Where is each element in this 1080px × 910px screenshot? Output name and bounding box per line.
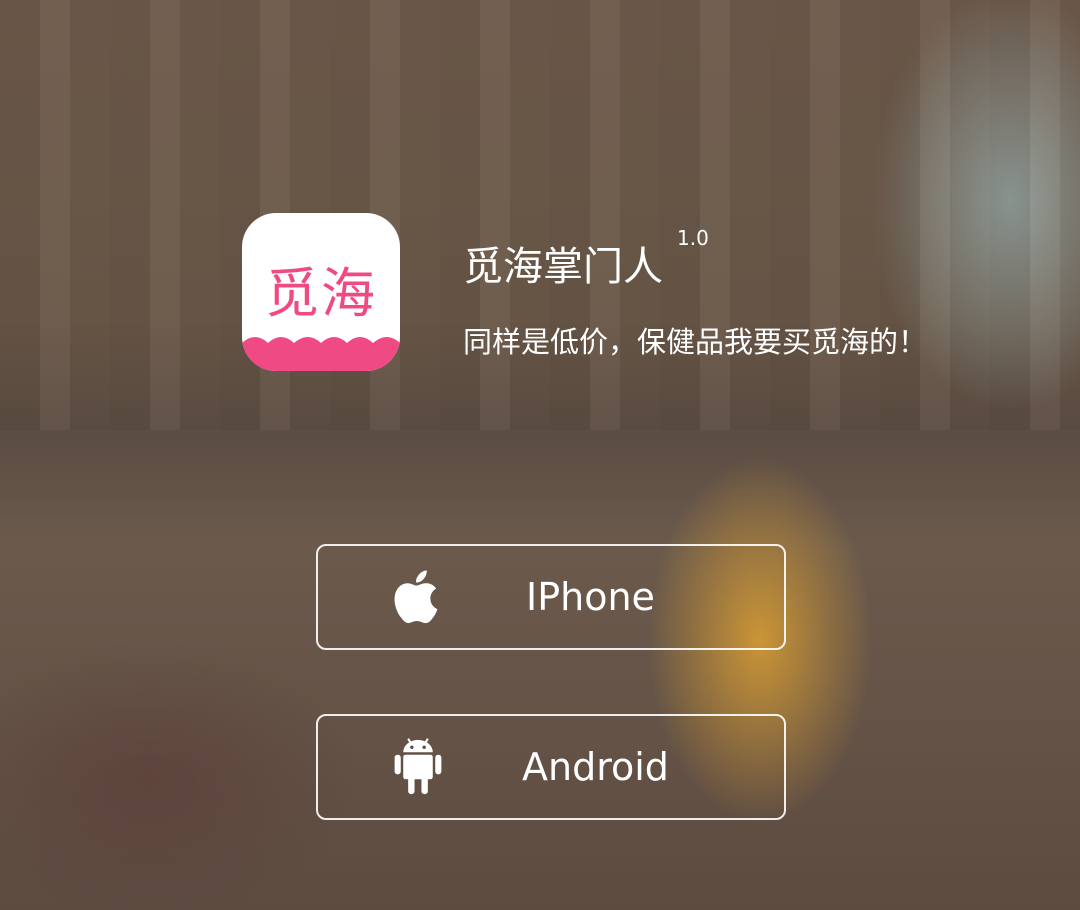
app-logo-text: 觅海 <box>265 262 377 325</box>
iphone-button-label: IPhone <box>526 575 655 619</box>
android-icon <box>394 738 442 795</box>
app-version: 1.0 <box>677 226 709 250</box>
android-download-button[interactable]: Android <box>316 714 786 820</box>
android-button-label: Android <box>522 745 669 789</box>
apple-icon <box>394 570 438 624</box>
iphone-download-button[interactable]: IPhone <box>316 544 786 650</box>
app-icon: 觅海 <box>242 213 400 371</box>
app-title: 觅海掌门人 <box>463 244 663 290</box>
app-slogan: 同样是低价，保健品我要买觅海的！ <box>463 325 928 359</box>
wave-decoration <box>242 337 400 371</box>
background <box>0 0 1080 430</box>
